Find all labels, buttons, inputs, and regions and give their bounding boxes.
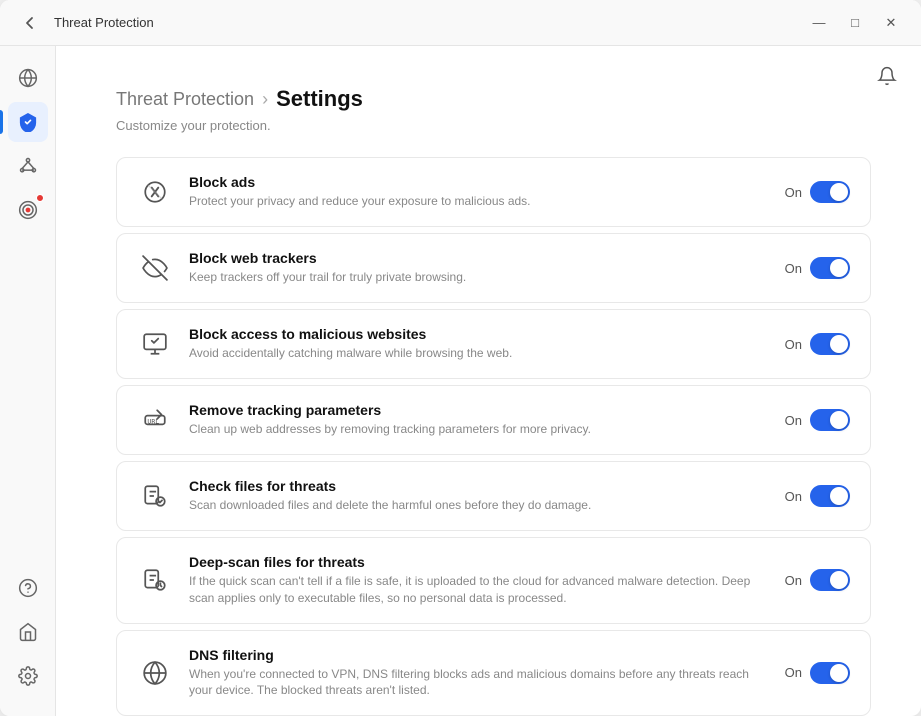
dns-filtering-description: When you're connected to VPN, DNS filter…: [189, 666, 769, 700]
remove-tracking-params-icon: URL: [137, 402, 173, 438]
deep-scan-files-icon: [137, 562, 173, 598]
remove-tracking-params-description: Clean up web addresses by removing track…: [189, 421, 769, 438]
check-files-threats-toggle[interactable]: [810, 485, 850, 507]
block-ads-title: Block ads: [189, 174, 769, 190]
breadcrumb-separator: ›: [262, 89, 268, 110]
remove-tracking-params-toggle[interactable]: [810, 409, 850, 431]
remove-tracking-params-control: On: [785, 409, 850, 431]
check-files-threats-icon: [137, 478, 173, 514]
block-malicious-websites-toggle[interactable]: [810, 333, 850, 355]
check-files-threats-status: On: [785, 489, 802, 504]
close-button[interactable]: ✕: [877, 9, 905, 37]
sidebar-item-settings[interactable]: [8, 656, 48, 696]
block-malicious-websites-description: Avoid accidentally catching malware whil…: [189, 345, 769, 362]
check-files-threats-control: On: [785, 485, 850, 507]
sidebar-item-target[interactable]: [8, 190, 48, 230]
sidebar-item-help[interactable]: [8, 568, 48, 608]
back-button[interactable]: [16, 9, 44, 37]
deep-scan-files-toggle[interactable]: [810, 569, 850, 591]
block-malicious-websites-control: On: [785, 333, 850, 355]
sidebar-bottom: [8, 568, 48, 704]
setting-card-check-files-threats: Check files for threats Scan downloaded …: [116, 461, 871, 531]
block-malicious-websites-title: Block access to malicious websites: [189, 326, 769, 342]
sidebar-item-globe[interactable]: [8, 58, 48, 98]
setting-card-remove-tracking-params: URL Remove tracking parameters Clean up …: [116, 385, 871, 455]
deep-scan-files-description: If the quick scan can't tell if a file i…: [189, 573, 769, 607]
settings-list: Block ads Protect your privacy and reduc…: [116, 157, 871, 716]
deep-scan-files-control: On: [785, 569, 850, 591]
block-ads-status: On: [785, 185, 802, 200]
block-web-trackers-text: Block web trackers Keep trackers off you…: [189, 250, 769, 286]
setting-card-deep-scan-files: Deep-scan files for threats If the quick…: [116, 537, 871, 624]
block-web-trackers-description: Keep trackers off your trail for truly p…: [189, 269, 769, 286]
remove-tracking-params-text: Remove tracking parameters Clean up web …: [189, 402, 769, 438]
dns-filtering-text: DNS filtering When you're connected to V…: [189, 647, 769, 700]
page-subtitle: Customize your protection.: [116, 118, 871, 133]
dns-filtering-status: On: [785, 665, 802, 680]
block-ads-toggle[interactable]: [810, 181, 850, 203]
sidebar-item-home[interactable]: [8, 612, 48, 652]
check-files-threats-text: Check files for threats Scan downloaded …: [189, 478, 769, 514]
block-malicious-websites-status: On: [785, 337, 802, 352]
check-files-threats-title: Check files for threats: [189, 478, 769, 494]
breadcrumb: Threat Protection › Settings: [116, 86, 871, 112]
dns-filtering-toggle[interactable]: [810, 662, 850, 684]
block-web-trackers-icon: [137, 250, 173, 286]
block-malicious-websites-text: Block access to malicious websites Avoid…: [189, 326, 769, 362]
maximize-button[interactable]: □: [841, 9, 869, 37]
deep-scan-files-text: Deep-scan files for threats If the quick…: [189, 554, 769, 607]
app-window: Threat Protection — □ ✕: [0, 0, 921, 716]
page-header: Threat Protection › Settings Customize y…: [116, 86, 871, 133]
breadcrumb-parent: Threat Protection: [116, 89, 254, 110]
dns-filtering-icon: [137, 655, 173, 691]
block-ads-control: On: [785, 181, 850, 203]
titlebar: Threat Protection — □ ✕: [0, 0, 921, 46]
check-files-threats-description: Scan downloaded files and delete the har…: [189, 497, 769, 514]
main-layout: Threat Protection › Settings Customize y…: [0, 46, 921, 716]
window-title: Threat Protection: [54, 15, 154, 30]
remove-tracking-params-status: On: [785, 413, 802, 428]
setting-card-block-ads: Block ads Protect your privacy and reduc…: [116, 157, 871, 227]
setting-card-dns-filtering: DNS filtering When you're connected to V…: [116, 630, 871, 716]
dns-filtering-control: On: [785, 662, 850, 684]
block-web-trackers-control: On: [785, 257, 850, 279]
sidebar: [0, 46, 56, 716]
block-web-trackers-title: Block web trackers: [189, 250, 769, 266]
minimize-button[interactable]: —: [805, 9, 833, 37]
sidebar-item-shield[interactable]: [8, 102, 48, 142]
dns-filtering-title: DNS filtering: [189, 647, 769, 663]
notification-bell[interactable]: [877, 66, 897, 91]
block-web-trackers-status: On: [785, 261, 802, 276]
setting-card-block-web-trackers: Block web trackers Keep trackers off you…: [116, 233, 871, 303]
block-ads-description: Protect your privacy and reduce your exp…: [189, 193, 769, 210]
block-malicious-websites-icon: [137, 326, 173, 362]
main-content: Threat Protection › Settings Customize y…: [56, 46, 921, 716]
block-ads-icon: [137, 174, 173, 210]
deep-scan-files-title: Deep-scan files for threats: [189, 554, 769, 570]
block-ads-text: Block ads Protect your privacy and reduc…: [189, 174, 769, 210]
sidebar-item-vpn[interactable]: [8, 146, 48, 186]
window-controls: — □ ✕: [805, 9, 905, 37]
remove-tracking-params-title: Remove tracking parameters: [189, 402, 769, 418]
deep-scan-files-status: On: [785, 573, 802, 588]
breadcrumb-current: Settings: [276, 86, 363, 112]
setting-card-block-malicious-websites: Block access to malicious websites Avoid…: [116, 309, 871, 379]
block-web-trackers-toggle[interactable]: [810, 257, 850, 279]
